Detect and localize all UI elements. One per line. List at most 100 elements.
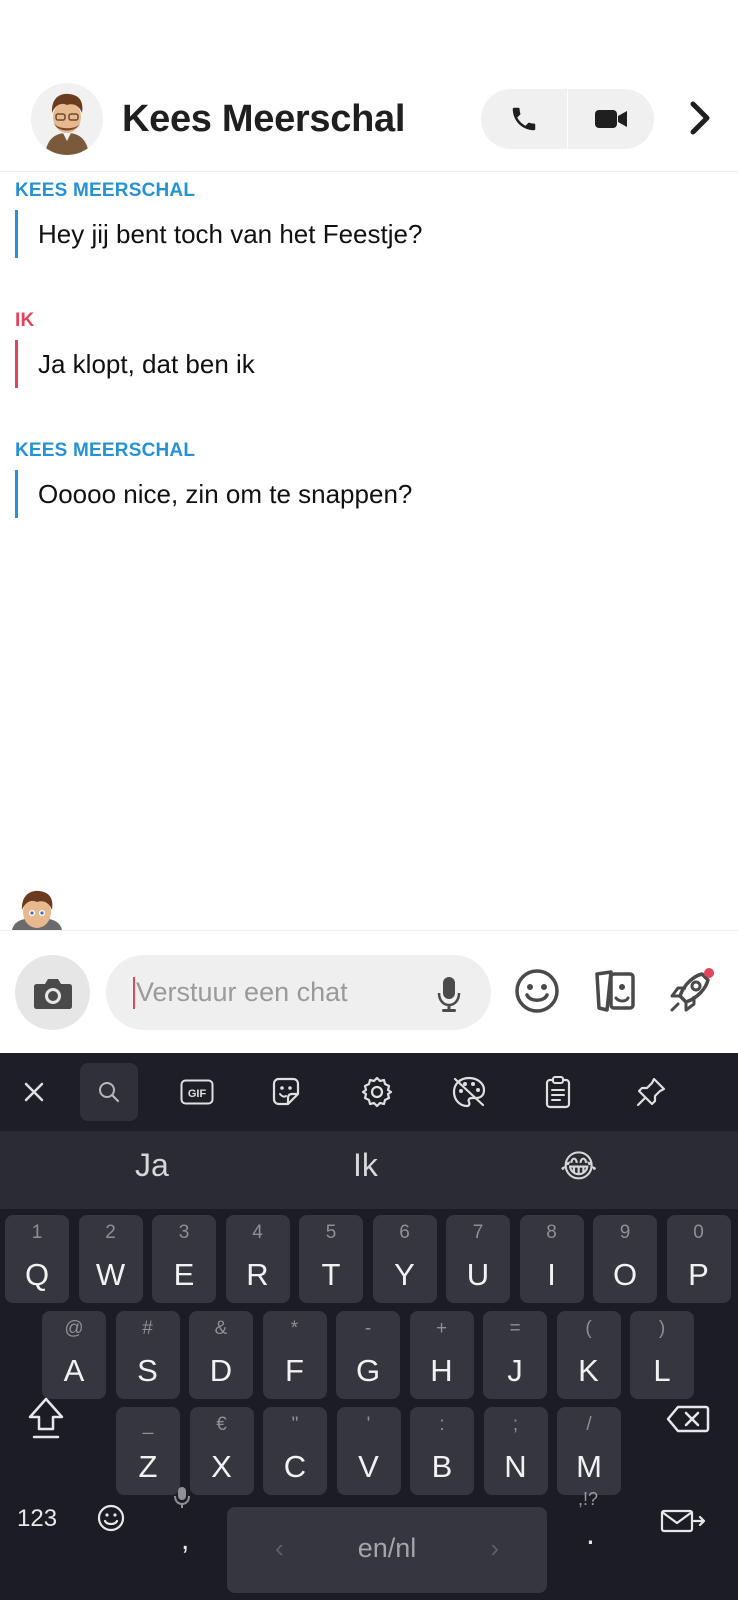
numbers-key[interactable]: 123	[17, 1505, 57, 1533]
period-key[interactable]: .	[586, 1515, 595, 1552]
key-k[interactable]: (K	[556, 1311, 621, 1399]
key-alt-char: ;	[512, 1414, 519, 1435]
close-icon[interactable]	[5, 1063, 63, 1121]
key-alt-char: 5	[325, 1222, 337, 1243]
key-c[interactable]: " C	[263, 1407, 327, 1495]
space-bar[interactable]: ‹ en/nl ›	[227, 1507, 547, 1593]
key-char: G	[355, 1353, 381, 1388]
key-char: L	[653, 1353, 671, 1388]
key-m[interactable]: / M	[557, 1407, 621, 1495]
key-char: F	[285, 1353, 304, 1388]
backspace-icon	[666, 1405, 710, 1433]
rocket-icon	[670, 968, 714, 1012]
key-s[interactable]: # S	[115, 1311, 180, 1399]
key-r[interactable]: 4R	[225, 1215, 290, 1303]
message-text[interactable]: Hey jij bent toch van het Feestje?	[15, 210, 422, 258]
key-h[interactable]: + H	[409, 1311, 474, 1399]
key-alt-char: @	[64, 1318, 84, 1339]
phone-icon	[512, 107, 536, 131]
message-text[interactable]: Ooooo nice, zin om te snappen?	[15, 470, 412, 518]
backspace-key[interactable]	[666, 1405, 710, 1438]
message-sender: KEES MEERSCHAL	[15, 180, 196, 201]
palette-icon[interactable]	[440, 1063, 498, 1121]
clipboard-icon[interactable]	[529, 1063, 587, 1121]
video-camera-icon	[595, 110, 627, 128]
key-char: Z	[138, 1449, 158, 1484]
key-p[interactable]: 0P	[666, 1215, 731, 1303]
shift-key[interactable]	[26, 1395, 66, 1446]
emoji-key[interactable]	[96, 1503, 126, 1538]
key-t[interactable]: 5T	[299, 1215, 363, 1303]
key-j[interactable]: = J	[483, 1311, 547, 1399]
key-n[interactable]: ; N	[483, 1407, 548, 1495]
chat-input[interactable]: Verstuur een chat	[106, 955, 491, 1030]
key-alt-char: #	[142, 1318, 153, 1339]
key-q[interactable]: 1Q	[5, 1215, 69, 1303]
key-alt-char: +	[435, 1318, 448, 1339]
key-f[interactable]: * F	[262, 1311, 327, 1399]
key-o[interactable]: 9O	[593, 1215, 657, 1303]
key-alt-char: &	[214, 1318, 228, 1339]
search-icon[interactable]	[80, 1063, 138, 1121]
key-char: E	[173, 1257, 195, 1292]
suggestion-item[interactable]: Ja	[135, 1147, 169, 1184]
key-u[interactable]: 7U	[446, 1215, 510, 1303]
key-d[interactable]: & D	[189, 1311, 253, 1399]
sticker-icon[interactable]	[257, 1063, 315, 1121]
comma-key[interactable]: ,	[181, 1523, 189, 1557]
key-x[interactable]: € X	[189, 1407, 254, 1495]
chat-input-placeholder: Verstuur een chat	[136, 977, 348, 1007]
key-a[interactable]: @ A	[42, 1311, 106, 1399]
shift-icon	[28, 1397, 64, 1439]
suggestion-item[interactable]: Ik	[353, 1147, 378, 1184]
key-char: I	[547, 1257, 556, 1292]
key-alt-char: 4	[252, 1222, 263, 1243]
key-char: C	[283, 1449, 307, 1484]
message-sender: IK	[15, 310, 35, 331]
key-z[interactable]: _ Z	[116, 1407, 180, 1495]
contact-avatar[interactable]	[31, 83, 103, 155]
key-alt-char: 2	[105, 1222, 116, 1243]
key-y[interactable]: 6Y	[372, 1215, 437, 1303]
stickers-button[interactable]	[588, 963, 644, 1019]
key-i[interactable]: 8I	[519, 1215, 584, 1303]
key-l[interactable]: ) L	[630, 1311, 694, 1399]
send-icon	[660, 1509, 706, 1533]
arrow-right-icon: ›	[490, 1533, 499, 1563]
voice-call-button[interactable]	[481, 89, 567, 149]
key-char: H	[430, 1353, 453, 1388]
pin-icon[interactable]	[622, 1063, 680, 1121]
key-char: B	[431, 1449, 453, 1484]
emoji-button[interactable]	[509, 963, 565, 1019]
key-char: S	[137, 1353, 158, 1388]
message-text[interactable]: Ja klopt, dat ben ik	[15, 340, 255, 388]
message-sender: KEES MEERSCHAL	[15, 440, 196, 461]
contact-name[interactable]: Kees Meerschal	[122, 98, 405, 141]
key-g[interactable]: -G	[336, 1311, 400, 1399]
send-key[interactable]	[660, 1508, 706, 1539]
microphone-icon[interactable]	[436, 975, 462, 1018]
key-alt-char: 1	[31, 1222, 43, 1243]
settings-icon[interactable]	[348, 1063, 406, 1121]
key-alt-char: 7	[472, 1222, 484, 1243]
key-w[interactable]: 2W	[78, 1215, 143, 1303]
chevron-right-icon[interactable]	[680, 96, 720, 140]
key-char: V	[358, 1449, 379, 1484]
text-caret	[133, 977, 135, 1009]
key-e[interactable]: 3E	[152, 1215, 216, 1303]
key-v[interactable]: ' V	[336, 1407, 401, 1495]
key-char: Y	[394, 1257, 415, 1292]
key-char: M	[576, 1449, 602, 1484]
key-char: N	[504, 1449, 527, 1484]
key-char: K	[578, 1353, 599, 1388]
key-b[interactable]: :B	[410, 1407, 474, 1495]
microphone-icon	[172, 1485, 192, 1516]
space-label: en/nl	[357, 1533, 417, 1563]
key-alt-char: 9	[619, 1222, 631, 1243]
gif-icon[interactable]: GIF	[168, 1063, 226, 1121]
games-button[interactable]	[663, 963, 719, 1019]
suggestion-emoji[interactable]: 😂	[560, 1147, 597, 1185]
camera-button[interactable]	[15, 955, 90, 1030]
video-call-button[interactable]	[568, 89, 654, 149]
key-char: R	[246, 1257, 269, 1292]
